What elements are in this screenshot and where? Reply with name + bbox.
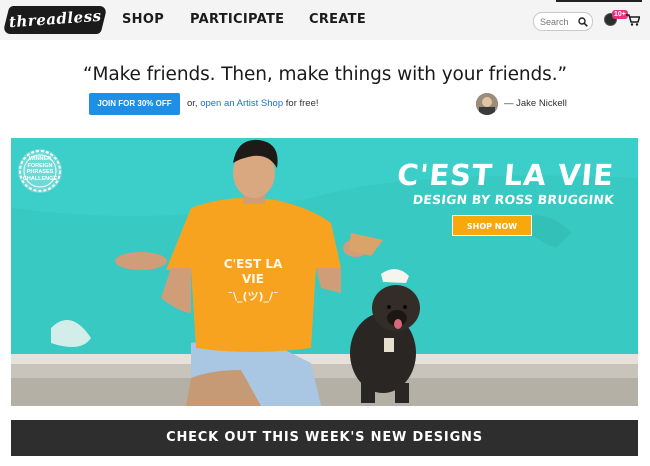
hero-title: C'EST LA VIE bbox=[395, 158, 616, 192]
top-accent-line bbox=[556, 0, 642, 2]
new-designs-banner[interactable]: CHECK OUT THIS WEEK'S NEW DESIGNS bbox=[11, 420, 638, 456]
shirt-text-line1: C'EST LA bbox=[224, 257, 283, 271]
search-input[interactable] bbox=[540, 15, 580, 28]
site-header: threadless SHOP PARTICIPATE CREATE 10+ bbox=[0, 0, 650, 40]
join-button[interactable]: JOIN FOR 30% OFF bbox=[89, 93, 180, 115]
nav-shop[interactable]: SHOP bbox=[122, 12, 164, 27]
page: threadless SHOP PARTICIPATE CREATE 10+ “… bbox=[0, 0, 650, 466]
threadless-logo[interactable]: threadless bbox=[2, 6, 108, 34]
free-label: for free! bbox=[285, 98, 319, 109]
artist-shop-text: or, open an Artist Shop for free! bbox=[187, 98, 319, 109]
cart-icon[interactable] bbox=[626, 14, 640, 26]
or-label: or, bbox=[187, 98, 198, 109]
avatar bbox=[476, 93, 498, 115]
artist-shop-link[interactable]: open an Artist Shop bbox=[200, 98, 283, 109]
logo-text: threadless bbox=[8, 6, 103, 32]
seal-line: CHALLENGE bbox=[22, 175, 58, 182]
seal-text: WINNER FOREIGN PHRASES CHALLENGE bbox=[17, 156, 63, 182]
shop-now-button[interactable]: SHOP NOW bbox=[452, 215, 532, 236]
nav-create[interactable]: CREATE bbox=[309, 12, 366, 27]
nav-participate[interactable]: PARTICIPATE bbox=[190, 12, 284, 27]
search-icon[interactable] bbox=[578, 17, 588, 27]
quote-attribution: — Jake Nickell bbox=[504, 98, 567, 109]
search-box bbox=[533, 12, 593, 31]
hero-subtitle: DESIGN BY ROSS BRUGGINK bbox=[412, 192, 615, 207]
shirt-text-line2: VIE bbox=[242, 272, 264, 286]
svg-text:¯\_(ツ)_/¯: ¯\_(ツ)_/¯ bbox=[227, 290, 278, 303]
mission-quote: “Make friends. Then, make things with yo… bbox=[82, 64, 567, 85]
